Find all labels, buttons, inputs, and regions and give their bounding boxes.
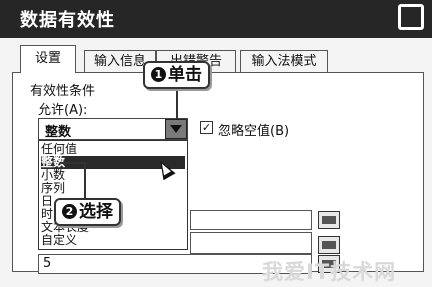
allow-select-value: 整数 [45, 125, 72, 140]
callout-click-text: 单击 [168, 65, 202, 85]
dropdown-option-custom[interactable]: 自定义 [41, 234, 185, 247]
minimum-field[interactable] [190, 232, 312, 254]
watermark: 我爱IT技术网 [262, 260, 397, 284]
tab-ime-mode[interactable]: 输入法模式 [240, 50, 328, 72]
validation-criteria-label: 有效性条件 [30, 84, 96, 99]
close-icon[interactable] [398, 4, 424, 30]
allow-dropdown-list: 任何值 整数 小数 序列 日 时 文本长度 自定义 [38, 140, 188, 250]
callout-select-text: 选择 [79, 202, 113, 222]
maximum-field-value: 5 [43, 256, 52, 271]
range-select-icon[interactable] [318, 236, 340, 254]
range-select-icon[interactable] [318, 211, 340, 229]
callout-select: 2 选择 [54, 198, 121, 226]
ignore-blank-checkbox[interactable]: ✓ [200, 121, 213, 134]
dialog-window: 数据有效性 设置 输入信息 出错警告 输入法模式 有效性条件 允许(A): 整数… [0, 0, 432, 287]
callout-pointer-line [60, 162, 86, 164]
dropdown-option-list[interactable]: 序列 [41, 182, 185, 195]
tab-settings[interactable]: 设置 [20, 45, 76, 73]
ignore-blank-label: 忽略空值(B) [218, 124, 290, 139]
step-number-badge: 2 [62, 204, 77, 219]
callout-click: 1 单击 [143, 61, 210, 89]
window-title: 数据有效性 [20, 10, 115, 31]
title-bar: 数据有效性 [0, 0, 432, 38]
data-range-field[interactable] [190, 210, 312, 230]
callout-pointer-line [84, 162, 86, 198]
step-number-badge: 1 [151, 67, 166, 82]
chevron-down-icon[interactable] [165, 119, 187, 139]
callout-pointer-line [176, 89, 178, 119]
allow-label: 允许(A): [38, 103, 88, 118]
